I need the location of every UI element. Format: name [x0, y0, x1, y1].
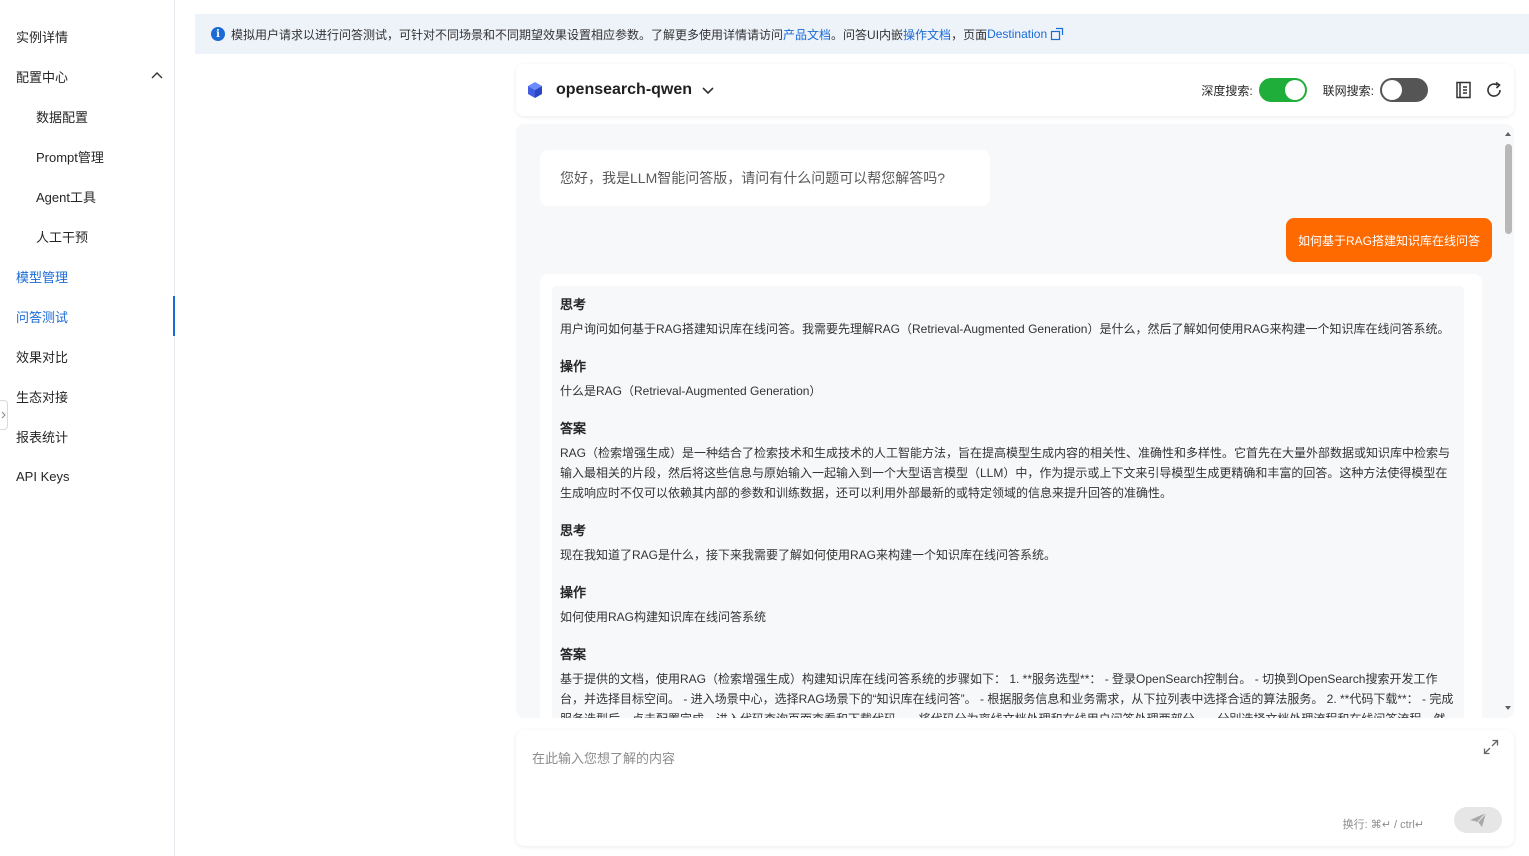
- sidebar-item-label: Agent工具: [36, 189, 96, 205]
- sidebar-item-prompt[interactable]: Prompt管理: [0, 136, 174, 176]
- toggle-knob: [1284, 80, 1305, 100]
- section-title: 思考: [560, 523, 587, 538]
- web-search-label: 联网搜索:: [1322, 83, 1374, 98]
- sidebar-item-api-keys[interactable]: API Keys: [0, 456, 174, 496]
- sidebar: 实例详情 配置中心 数据配置 Prompt管理 Agent工具 人工干预 模型管…: [0, 0, 175, 856]
- sidebar-item-label: 配置中心: [16, 69, 69, 85]
- sidebar-item-label: Prompt管理: [36, 149, 104, 165]
- chevron-down-icon[interactable]: [700, 82, 716, 98]
- scrollbar-thumb[interactable]: [1505, 144, 1512, 234]
- refresh-icon[interactable]: [1484, 80, 1504, 100]
- banner-text: ，页面: [951, 27, 988, 42]
- answer-section: 思考 用户询问如何基于RAG搭建知识库在线问答。我需要先理解RAG（Retrie…: [560, 294, 1456, 339]
- section-title: 答案: [560, 647, 587, 662]
- chevron-up-icon: [151, 72, 163, 79]
- chat-input-box: 换行: ⌘↵ / ctrl↵: [516, 730, 1514, 846]
- user-message-bubble: 如何基于RAG搭建知识库在线问答: [1286, 218, 1493, 262]
- info-icon: i: [211, 27, 225, 41]
- sidebar-item-label: 数据配置: [36, 109, 89, 125]
- scroll-up-arrow-icon[interactable]: [1504, 130, 1512, 138]
- banner-text: 。问答UI内嵌: [831, 27, 904, 42]
- send-button[interactable]: [1454, 807, 1502, 833]
- sidebar-item-model-management[interactable]: 模型管理: [0, 256, 174, 296]
- chat-scrollbar[interactable]: [1502, 128, 1514, 716]
- scroll-down-arrow-icon[interactable]: [1504, 704, 1512, 712]
- sidebar-item-label: 报表统计: [16, 429, 69, 445]
- assistant-answer-card: 思考 用户询问如何基于RAG搭建知识库在线问答。我需要先理解RAG（Retrie…: [540, 274, 1482, 718]
- banner-text: 模拟用户请求以进行问答测试，可针对不同场景和不同期望效果设置相应参数。了解更多使…: [231, 27, 784, 42]
- web-search-toggle[interactable]: [1380, 78, 1428, 102]
- answer-section: 操作 如何使用RAG构建知识库在线问答系统: [560, 582, 1456, 627]
- chat-messages[interactable]: 您好，我是LLM智能问答版，请问有什么问题可以帮您解答吗? 如何基于RAG搭建知…: [516, 124, 1514, 718]
- sidebar-item-effect-compare[interactable]: 效果对比: [0, 336, 174, 376]
- destination-link[interactable]: Destination: [987, 27, 1047, 41]
- chat-header: opensearch-qwen 深度搜索: 联网搜索:: [516, 64, 1514, 116]
- answer-content: 思考 用户询问如何基于RAG搭建知识库在线问答。我需要先理解RAG（Retrie…: [552, 286, 1464, 718]
- header-controls: 深度搜索: 联网搜索:: [1201, 78, 1504, 102]
- chevron-right-icon: [1, 411, 6, 419]
- toggle-knob: [1382, 80, 1402, 100]
- model-selector[interactable]: opensearch-qwen: [556, 81, 692, 99]
- section-body: 如何使用RAG构建知识库在线问答系统: [560, 610, 767, 624]
- answer-section: 操作 什么是RAG（Retrieval-Augmented Generation…: [560, 356, 1456, 401]
- user-message-text: 如何基于RAG搭建知识库在线问答: [1298, 233, 1481, 248]
- answer-section: 答案 基于提供的文档，使用RAG（检索增强生成）构建知识库在线问答系统的步骤如下…: [560, 644, 1456, 718]
- sidebar-item-config-center[interactable]: 配置中心: [0, 56, 174, 96]
- greeting-text: 您好，我是LLM智能问答版，请问有什么问题可以帮您解答吗?: [560, 170, 946, 186]
- sidebar-item-label: 问答测试: [16, 309, 69, 325]
- sidebar-item-manual-intervention[interactable]: 人工干预: [0, 216, 174, 256]
- section-title: 操作: [560, 585, 587, 600]
- section-title: 思考: [560, 297, 587, 312]
- assistant-greeting-bubble: 您好，我是LLM智能问答版，请问有什么问题可以帮您解答吗?: [540, 150, 990, 206]
- info-banner: i 模拟用户请求以进行问答测试，可针对不同场景和不同期望效果设置相应参数。了解更…: [195, 14, 1529, 54]
- sidebar-item-label: 生态对接: [16, 389, 69, 405]
- history-list-icon[interactable]: [1454, 80, 1474, 100]
- sidebar-item-reports[interactable]: 报表统计: [0, 416, 174, 456]
- chat-input[interactable]: [532, 744, 1432, 772]
- sidebar-item-label: 效果对比: [16, 349, 69, 365]
- operation-docs-link[interactable]: 操作文档: [903, 26, 951, 43]
- sidebar-item-ecosystem[interactable]: 生态对接: [0, 376, 174, 416]
- external-link-icon[interactable]: [1050, 27, 1064, 41]
- sidebar-item-label: 实例详情: [16, 29, 69, 45]
- send-icon: [1470, 812, 1487, 827]
- sidebar-collapse-handle[interactable]: [0, 400, 8, 430]
- sidebar-item-label: 模型管理: [16, 269, 69, 285]
- product-docs-link[interactable]: 产品文档: [783, 26, 831, 43]
- newline-hint: 换行: ⌘↵ / ctrl↵: [1342, 819, 1424, 831]
- section-body: RAG（检索增强生成）是一种结合了检索技术和生成技术的人工智能方法，旨在提高模型…: [560, 446, 1451, 500]
- sidebar-item-label: API Keys: [16, 468, 70, 484]
- cube-icon: [528, 82, 542, 98]
- section-body: 基于提供的文档，使用RAG（检索增强生成）构建知识库在线问答系统的步骤如下： 1…: [560, 672, 1454, 718]
- sidebar-item-label: 人工干预: [36, 229, 89, 245]
- answer-section: 答案 RAG（检索增强生成）是一种结合了检索技术和生成技术的人工智能方法，旨在提…: [560, 418, 1456, 503]
- answer-section: 思考 现在我知道了RAG是什么，接下来我需要了解如何使用RAG来构建一个知识库在…: [560, 520, 1456, 565]
- app-root: 实例详情 配置中心 数据配置 Prompt管理 Agent工具 人工干预 模型管…: [0, 0, 1529, 856]
- section-title: 操作: [560, 359, 587, 374]
- section-body: 现在我知道了RAG是什么，接下来我需要了解如何使用RAG来构建一个知识库在线问答…: [560, 548, 1057, 562]
- deep-search-label: 深度搜索:: [1201, 83, 1253, 98]
- sidebar-item-agent-tools[interactable]: Agent工具: [0, 176, 174, 216]
- sidebar-item-qa-test[interactable]: 问答测试: [0, 296, 175, 336]
- sidebar-item-data-config[interactable]: 数据配置: [0, 96, 174, 136]
- section-title: 答案: [560, 421, 587, 436]
- section-body: 什么是RAG（Retrieval-Augmented Generation）: [560, 384, 822, 398]
- section-body: 用户询问如何基于RAG搭建知识库在线问答。我需要先理解RAG（Retrieval…: [560, 322, 1450, 336]
- deep-search-toggle[interactable]: [1258, 78, 1307, 102]
- sidebar-item-instance-details[interactable]: 实例详情: [0, 16, 174, 56]
- expand-icon[interactable]: [1482, 738, 1500, 756]
